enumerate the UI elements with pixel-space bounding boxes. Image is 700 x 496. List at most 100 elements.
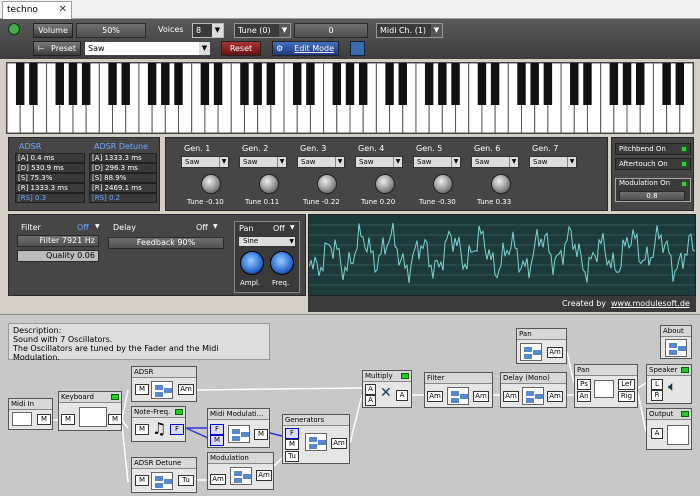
- port-am[interactable]: Am: [331, 438, 347, 449]
- tune-knob[interactable]: [491, 174, 511, 194]
- piano-keys[interactable]: [6, 62, 694, 134]
- port-m[interactable]: M: [108, 414, 122, 425]
- port-m[interactable]: M: [135, 424, 149, 435]
- black-key[interactable]: [147, 63, 157, 105]
- port-am[interactable]: Am: [473, 391, 489, 402]
- black-key[interactable]: [385, 63, 394, 105]
- filter-freq-field[interactable]: Filter 7921 Hz: [17, 235, 99, 247]
- black-key[interactable]: [81, 63, 91, 105]
- generator-wave-select[interactable]: Saw ▼: [181, 156, 229, 168]
- node-adsr[interactable]: ADSR M Am: [131, 366, 197, 402]
- port-f[interactable]: F: [210, 424, 224, 435]
- port-m[interactable]: M: [37, 414, 51, 425]
- aftertouch-toggle[interactable]: Aftertouch On: [615, 158, 691, 170]
- port-a[interactable]: A: [396, 390, 408, 401]
- black-key[interactable]: [293, 63, 302, 105]
- port-m[interactable]: M: [285, 439, 299, 450]
- node-filter[interactable]: Filter Am Am: [424, 372, 493, 408]
- voices-select[interactable]: 8 ▼: [192, 23, 224, 38]
- node-adsr-detune[interactable]: ADSR Detune M Tu: [131, 457, 197, 493]
- black-key[interactable]: [398, 63, 407, 105]
- tune-knob[interactable]: [317, 174, 337, 194]
- node-midi-in[interactable]: Midi In M: [8, 398, 53, 430]
- black-key[interactable]: [543, 63, 553, 105]
- chevron-down-icon[interactable]: ▼: [213, 223, 218, 230]
- port-am[interactable]: Am: [210, 474, 226, 485]
- chevron-down-icon[interactable]: ▼: [95, 223, 100, 230]
- node-modulation[interactable]: Modulation Am Am: [207, 452, 274, 490]
- port-an[interactable]: An: [577, 391, 591, 402]
- black-key[interactable]: [174, 63, 183, 105]
- black-key[interactable]: [662, 63, 671, 105]
- adsr-values[interactable]: [A] 0.4 ms [D] 530.9 ms [S] 75.3% [R] 13…: [15, 153, 85, 203]
- black-key[interactable]: [477, 63, 487, 105]
- adsr-detune-a[interactable]: [A] 1333.3 ms: [89, 153, 157, 163]
- black-key[interactable]: [253, 63, 262, 105]
- black-key[interactable]: [490, 63, 500, 105]
- port-f[interactable]: F: [285, 428, 299, 439]
- black-key[interactable]: [332, 63, 342, 105]
- black-key[interactable]: [240, 63, 249, 105]
- adsr-a[interactable]: [A] 0.4 ms: [15, 153, 85, 163]
- piano-keyboard[interactable]: [6, 62, 694, 134]
- black-key[interactable]: [68, 63, 78, 105]
- filter-state[interactable]: Off: [77, 223, 89, 232]
- pan-state[interactable]: Off: [273, 224, 285, 233]
- preset-button[interactable]: ⊢ Preset: [33, 41, 81, 56]
- adsr-detune-r[interactable]: [R] 2469.1 ms: [89, 183, 157, 193]
- port-am[interactable]: Am: [547, 347, 563, 358]
- black-key[interactable]: [570, 63, 579, 105]
- adsr-s[interactable]: [S] 75.3%: [15, 173, 85, 183]
- node-midi-modulation[interactable]: Midi Modulati... F M M: [207, 408, 270, 448]
- tune-knob[interactable]: [259, 174, 279, 194]
- generator-wave-select[interactable]: Saw ▼: [529, 156, 577, 168]
- black-key[interactable]: [424, 63, 434, 105]
- black-key[interactable]: [583, 63, 592, 105]
- black-key[interactable]: [345, 63, 355, 105]
- black-key[interactable]: [622, 63, 632, 105]
- ampl-knob[interactable]: [240, 251, 264, 275]
- black-key[interactable]: [266, 63, 276, 105]
- generator-wave-select[interactable]: Saw ▼: [297, 156, 345, 168]
- generator-wave-select[interactable]: Saw ▼: [239, 156, 287, 168]
- tune-select[interactable]: Tune (0) ▼: [234, 23, 291, 38]
- black-key[interactable]: [55, 63, 64, 105]
- adsr-rs[interactable]: [RS] 0.3: [15, 193, 85, 203]
- black-key[interactable]: [530, 63, 539, 105]
- reset-button[interactable]: Reset: [221, 41, 261, 56]
- port-a[interactable]: A: [365, 395, 376, 406]
- tune-knob[interactable]: [375, 174, 395, 194]
- black-key[interactable]: [438, 63, 447, 105]
- port-am[interactable]: Am: [256, 470, 272, 481]
- credit-link[interactable]: www.modulesoft.de: [611, 299, 690, 308]
- port-m[interactable]: M: [135, 475, 149, 486]
- adsr-detune-values[interactable]: [A] 1333.3 ms [D] 296.3 ms [S] 88.9% [R]…: [89, 153, 157, 203]
- black-key[interactable]: [358, 63, 368, 105]
- adsr-detune-d[interactable]: [D] 296.3 ms: [89, 163, 157, 173]
- node-multiply[interactable]: Multiply A A ✕ A: [362, 370, 412, 408]
- pitchbend-toggle[interactable]: Pitchbend On: [615, 143, 691, 155]
- black-key[interactable]: [213, 63, 223, 105]
- black-key[interactable]: [636, 63, 645, 105]
- black-key[interactable]: [451, 63, 460, 105]
- port-tu[interactable]: Tu: [285, 451, 299, 462]
- filter-quality-field[interactable]: Quality 0.06: [17, 250, 99, 262]
- adsr-detune-s[interactable]: [S] 88.9%: [89, 173, 157, 183]
- black-key[interactable]: [161, 63, 170, 105]
- delay-feedback-field[interactable]: Feedback 90%: [108, 237, 224, 249]
- generator-wave-select[interactable]: Saw ▼: [471, 156, 519, 168]
- black-key[interactable]: [121, 63, 130, 105]
- node-delay[interactable]: Delay (Mono) Am Am: [500, 372, 567, 408]
- port-m[interactable]: M: [254, 429, 268, 440]
- port-f[interactable]: F: [170, 424, 184, 435]
- volume-field[interactable]: 50%: [76, 23, 146, 38]
- port-m[interactable]: M: [210, 435, 224, 446]
- modulation-toggle[interactable]: Modulation On 0.8: [615, 178, 691, 202]
- edit-mode-button[interactable]: ⚙ Edit Mode: [272, 41, 339, 56]
- node-pan-top[interactable]: Pan Am: [516, 328, 567, 364]
- black-key[interactable]: [609, 63, 619, 105]
- tune-field[interactable]: 0: [294, 23, 368, 38]
- port-ps[interactable]: Ps: [577, 379, 591, 390]
- port-tu[interactable]: Tu: [178, 475, 194, 486]
- node-pan[interactable]: Pan Ps An Lef Rig: [574, 364, 638, 408]
